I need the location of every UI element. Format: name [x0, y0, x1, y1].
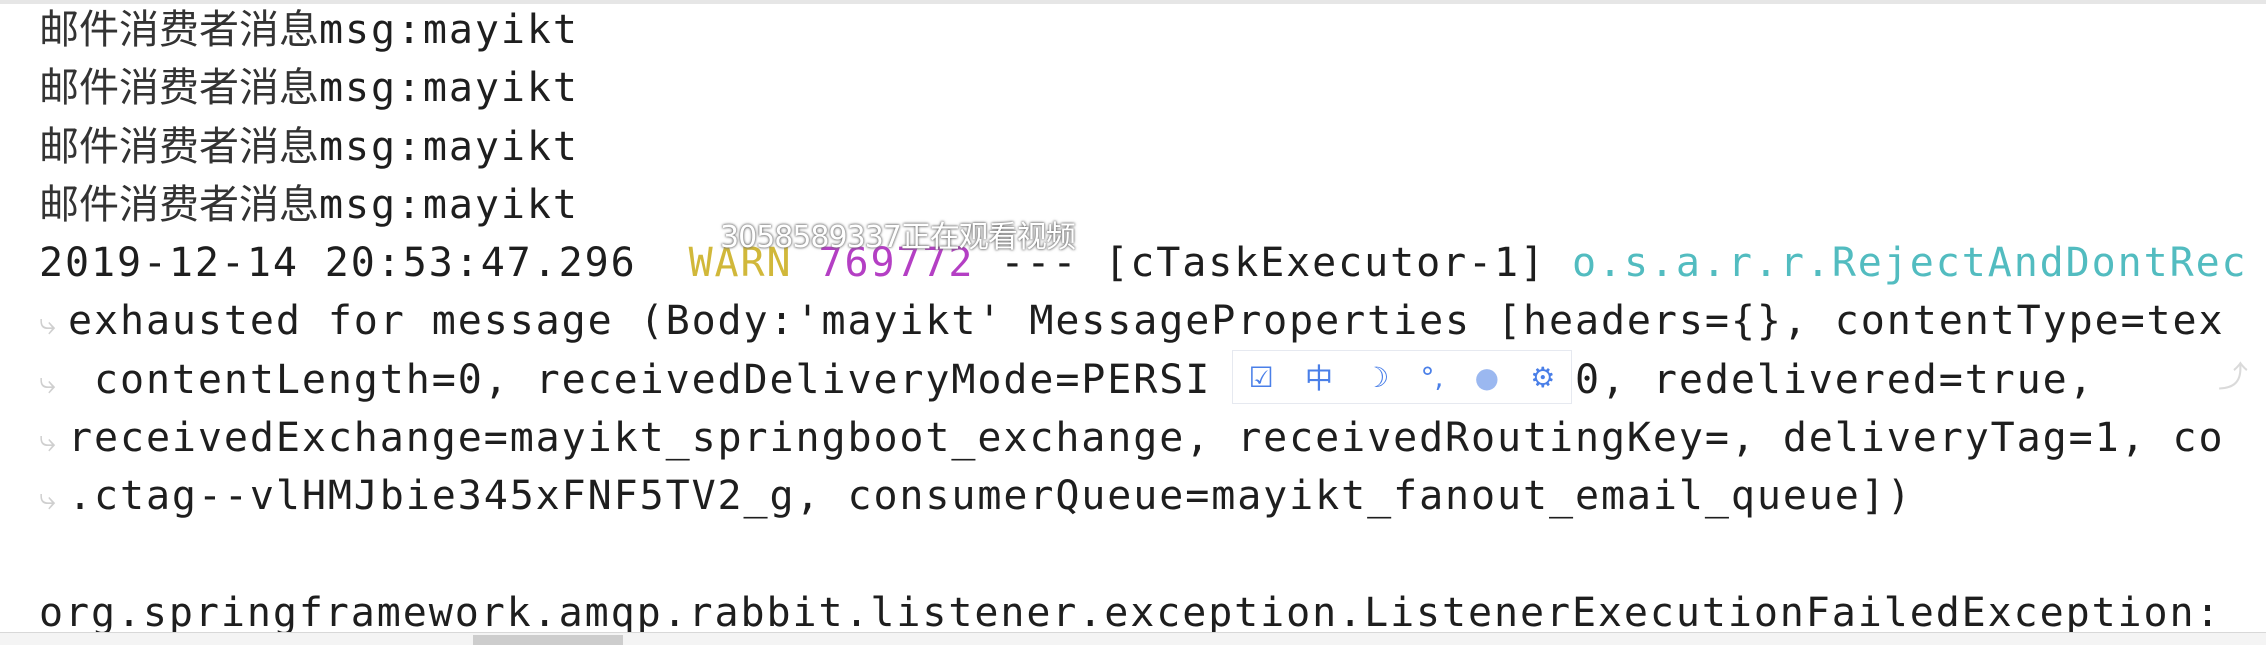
soft-wrap-end-icon: ⤴: [2218, 360, 2248, 395]
consumer-prefix: 邮件消费者消息: [39, 123, 319, 170]
consumer-prefix: 邮件消费者消息: [39, 65, 319, 112]
consumer-text: msg:mayikt: [319, 181, 579, 228]
wrapped-text: .ctag--vlHMJbie345xFNF5TV2_g, consumerQu…: [68, 473, 1913, 520]
log-logger[interactable]: o.s.a.r.r.RejectAndDontRec: [1572, 240, 2248, 286]
wrapped-text: exhausted for message (Body:'mayikt' Mes…: [68, 298, 2225, 345]
consumer-text: msg:mayikt: [319, 7, 579, 53]
console-line: 邮件消费者消息msg:mayikt: [39, 176, 2266, 234]
log-thread: [cTaskExecutor-1]: [1104, 240, 1547, 287]
chinese-mode-icon[interactable]: 中: [1305, 357, 1333, 397]
consumer-prefix: 邮件消费者消息: [39, 181, 319, 228]
consumer-text: msg:mayikt: [319, 65, 579, 112]
moon-icon[interactable]: ☽: [1364, 361, 1389, 394]
soft-wrap-icon: ⤷: [39, 307, 56, 343]
horizontal-scrollbar[interactable]: [0, 632, 2266, 645]
wrapped-line: ⤷ receivedExchange=mayikt_springboot_exch…: [39, 409, 2266, 467]
wrapped-text: contentLength=0, receivedDeliveryMode=PE…: [68, 356, 2095, 403]
consumer-prefix: 邮件消费者消息: [39, 7, 319, 53]
gear-icon[interactable]: ⚙: [1530, 361, 1555, 394]
wrapped-line: ⤷ exhausted for message (Body:'mayikt' Me…: [39, 292, 2266, 350]
console-line: 邮件消费者消息msg:mayikt: [39, 118, 2266, 176]
punctuation-icon[interactable]: °,: [1421, 361, 1444, 394]
console-line: 邮件消费者消息msg:mayikt: [39, 1, 2266, 59]
wrapped-line: ⤷ contentLength=0, receivedDeliveryMode=…: [39, 351, 2266, 409]
log-timestamp: 2019-12-14 20:53:47.296: [39, 240, 637, 287]
soft-wrap-icon: ⤷: [39, 482, 56, 518]
checkbox-pen-icon[interactable]: ☑: [1249, 361, 1274, 394]
user-icon[interactable]: ●: [1475, 361, 1499, 394]
wrapped-line: ⤷ .ctag--vlHMJbie345xFNF5TV2_g, consumerQ…: [39, 467, 2266, 525]
log-line: 2019-12-14 20:53:47.296 WARN 769772 --- …: [39, 234, 2266, 292]
wrapped-text: receivedExchange=mayikt_springboot_excha…: [68, 415, 2225, 462]
console-line: 邮件消费者消息msg:mayikt: [39, 59, 2266, 117]
console-output[interactable]: 邮件消费者消息msg:mayikt 邮件消费者消息msg:mayikt 邮件消费…: [39, 1, 2266, 642]
ime-toolbar[interactable]: ☑ 中 ☽ °, ● ⚙: [1232, 350, 1572, 404]
soft-wrap-icon: ⤷: [39, 365, 56, 401]
viewer-watermark: 3058589337正在观看视频: [720, 220, 1076, 255]
soft-wrap-icon: ⤷: [39, 424, 56, 460]
consumer-text: msg:mayikt: [319, 123, 579, 170]
